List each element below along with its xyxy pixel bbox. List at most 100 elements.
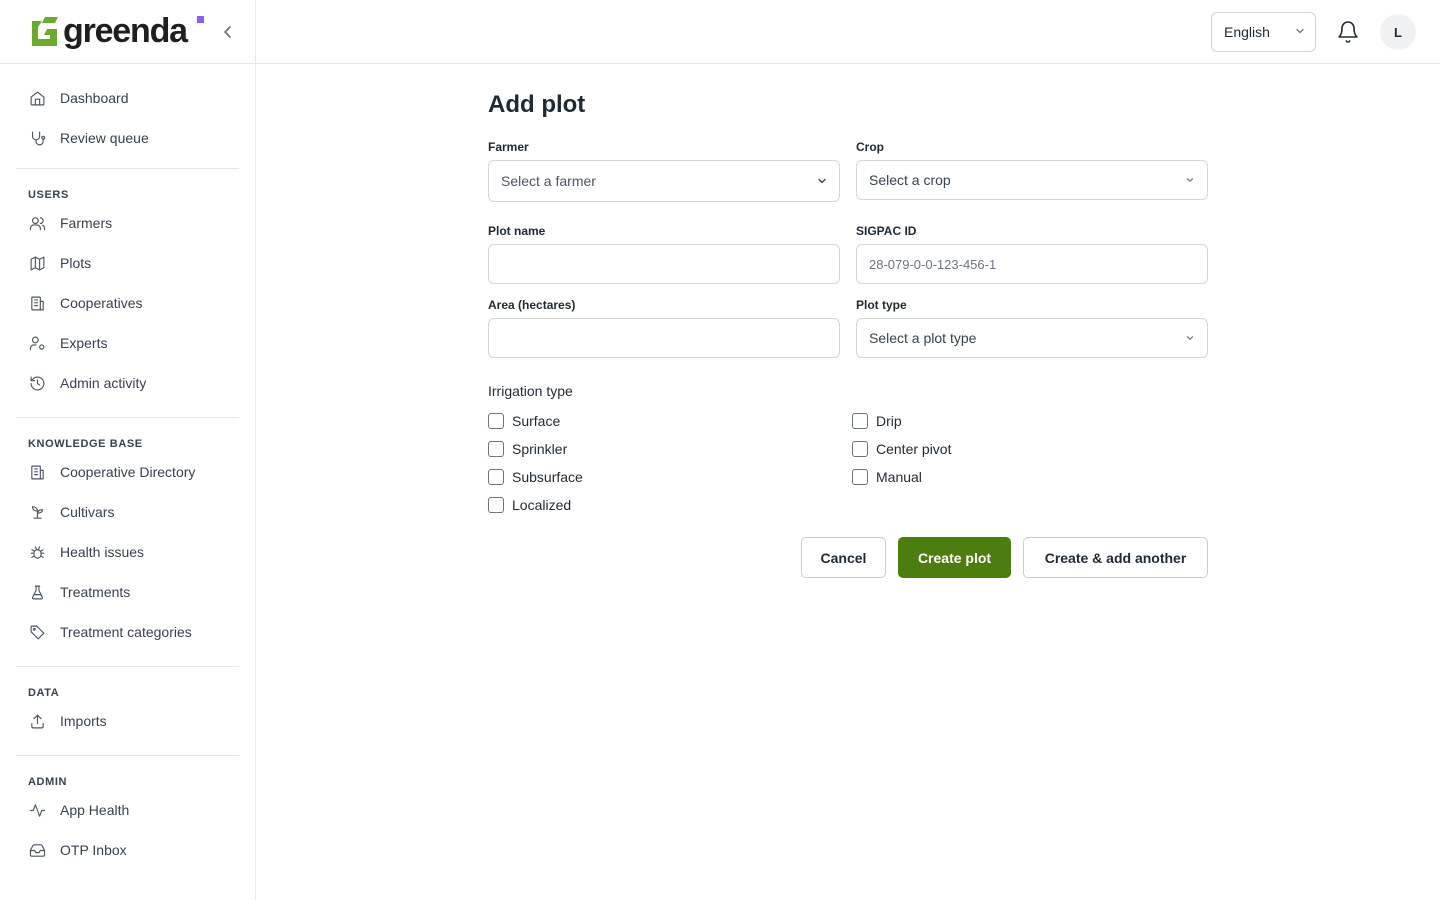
notifications-button[interactable] <box>1336 20 1360 44</box>
checkbox-sprinkler[interactable]: Sprinkler <box>488 435 852 463</box>
checkbox-box[interactable] <box>488 413 504 429</box>
logo-accent-dot <box>197 16 204 23</box>
checkbox-center-pivot[interactable]: Center pivot <box>852 435 1208 463</box>
nav-group-data: DATA Imports <box>16 667 239 756</box>
sidebar-item-app-health[interactable]: App Health <box>16 790 239 830</box>
area-input-wrapper <box>488 318 840 358</box>
plot-name-label: Plot name <box>488 224 546 238</box>
sidebar-item-label: Cooperatives <box>60 295 143 311</box>
top-header: English L <box>256 0 1440 64</box>
sigpac-input[interactable] <box>869 245 1207 283</box>
irrigation-col-right: Drip Center pivot Manual <box>852 407 1208 519</box>
checkbox-localized[interactable]: Localized <box>488 491 852 519</box>
users-icon <box>28 214 46 232</box>
sidebar-item-label: Treatment categories <box>60 624 192 640</box>
user-avatar[interactable]: L <box>1380 14 1416 50</box>
checkbox-subsurface[interactable]: Subsurface <box>488 463 852 491</box>
sidebar-item-label: Health issues <box>60 544 145 560</box>
sidebar-item-label: Experts <box>60 335 108 351</box>
form-actions: Cancel Create plot Create & add another <box>488 537 1208 578</box>
checkbox-box[interactable] <box>852 441 868 457</box>
create-plot-button[interactable]: Create plot <box>898 537 1011 578</box>
building-icon <box>28 294 46 312</box>
sidebar-item-cooperative-directory[interactable]: Cooperative Directory <box>16 452 239 492</box>
language-select[interactable]: English <box>1211 12 1316 52</box>
checkbox-label: Subsurface <box>512 469 583 485</box>
page-title: Add plot <box>488 91 586 118</box>
sidebar-item-experts[interactable]: Experts <box>16 323 239 363</box>
sidebar-item-label: Plots <box>60 255 92 271</box>
checkbox-box[interactable] <box>852 413 868 429</box>
tag-icon <box>28 623 46 641</box>
inbox-icon <box>28 841 46 859</box>
sidebar-item-farmers[interactable]: Farmers <box>16 203 239 243</box>
checkbox-manual[interactable]: Manual <box>852 463 1208 491</box>
checkbox-box[interactable] <box>488 497 504 513</box>
flask-icon <box>28 583 46 601</box>
plot-type-label: Plot type <box>856 298 907 312</box>
farmer-select[interactable]: Select a farmer <box>488 160 840 202</box>
checkbox-label: Center pivot <box>876 441 952 457</box>
area-input[interactable] <box>501 319 839 357</box>
sidebar: greenda Dashboard Review queue USERS Far… <box>0 0 256 900</box>
farmer-select-placeholder: Select a farmer <box>501 173 596 189</box>
greenda-logo-icon <box>32 16 58 46</box>
nav-heading-knowledge-base: KNOWLEDGE BASE <box>28 438 143 450</box>
building-icon <box>28 463 46 481</box>
crop-select[interactable]: Select a crop <box>856 160 1208 200</box>
sidebar-item-imports[interactable]: Imports <box>16 701 239 741</box>
sidebar-item-label: App Health <box>60 802 130 818</box>
checkbox-box[interactable] <box>488 441 504 457</box>
brand-header: greenda <box>0 0 255 64</box>
sidebar-item-health-issues[interactable]: Health issues <box>16 532 239 572</box>
sidebar-item-label: Review queue <box>60 130 149 146</box>
sidebar-item-label: Cooperative Directory <box>60 464 196 480</box>
sidebar-item-label: OTP Inbox <box>60 842 127 858</box>
plot-type-select[interactable]: Select a plot type <box>856 318 1208 358</box>
chevron-down-icon <box>818 178 826 184</box>
sigpac-field: SIGPAC ID <box>856 224 1208 284</box>
cancel-button[interactable]: Cancel <box>801 537 886 578</box>
collapse-sidebar-button[interactable] <box>219 22 237 42</box>
plot-name-input[interactable] <box>501 245 839 283</box>
checkbox-drip[interactable]: Drip <box>852 407 1208 435</box>
sidebar-item-label: Dashboard <box>60 90 129 106</box>
add-plot-form: Add plot Farmer Select a farmer Crop Sel… <box>488 64 1208 578</box>
sidebar-item-admin-activity[interactable]: Admin activity <box>16 363 239 403</box>
sidebar-item-cultivars[interactable]: Cultivars <box>16 492 239 532</box>
sidebar-item-label: Imports <box>60 713 107 729</box>
checkbox-box[interactable] <box>852 469 868 485</box>
logo[interactable]: greenda <box>28 11 188 50</box>
sidebar-item-treatments[interactable]: Treatments <box>16 572 239 612</box>
area-label: Area (hectares) <box>488 298 576 312</box>
checkbox-label: Localized <box>512 497 572 513</box>
plot-name-input-wrapper <box>488 244 840 284</box>
irrigation-col-left: Surface Sprinkler Subsurface Localized <box>488 407 852 519</box>
nav-group-users: USERS Farmers Plots Cooperatives Experts… <box>16 169 239 418</box>
sidebar-item-plots[interactable]: Plots <box>16 243 239 283</box>
checkbox-label: Sprinkler <box>512 441 568 457</box>
checkbox-label: Surface <box>512 413 561 429</box>
brand-name: greenda <box>63 11 188 50</box>
create-and-add-another-button[interactable]: Create & add another <box>1023 537 1208 578</box>
sidebar-item-otp-inbox[interactable]: OTP Inbox <box>16 830 239 870</box>
nav-heading-users: USERS <box>28 189 69 201</box>
form-row-2: Plot name SIGPAC ID <box>488 224 1208 284</box>
sidebar-item-treatment-categories[interactable]: Treatment categories <box>16 612 239 652</box>
activity-icon <box>28 801 46 819</box>
bug-icon <box>28 543 46 561</box>
map-icon <box>28 254 46 272</box>
sigpac-label: SIGPAC ID <box>856 224 917 238</box>
checkbox-surface[interactable]: Surface <box>488 407 852 435</box>
sigpac-input-wrapper <box>856 244 1208 284</box>
language-select-value: English <box>1224 24 1270 40</box>
stethoscope-icon <box>28 129 46 147</box>
sidebar-item-label: Farmers <box>60 215 113 231</box>
sidebar-item-review-queue[interactable]: Review queue <box>16 118 239 158</box>
sidebar-item-cooperatives[interactable]: Cooperatives <box>16 283 239 323</box>
checkbox-box[interactable] <box>488 469 504 485</box>
form-row-1: Farmer Select a farmer Crop Select a cro… <box>488 140 1208 202</box>
farmer-field: Farmer Select a farmer <box>488 140 840 202</box>
upload-icon <box>28 712 46 730</box>
sidebar-item-dashboard[interactable]: Dashboard <box>16 78 239 118</box>
